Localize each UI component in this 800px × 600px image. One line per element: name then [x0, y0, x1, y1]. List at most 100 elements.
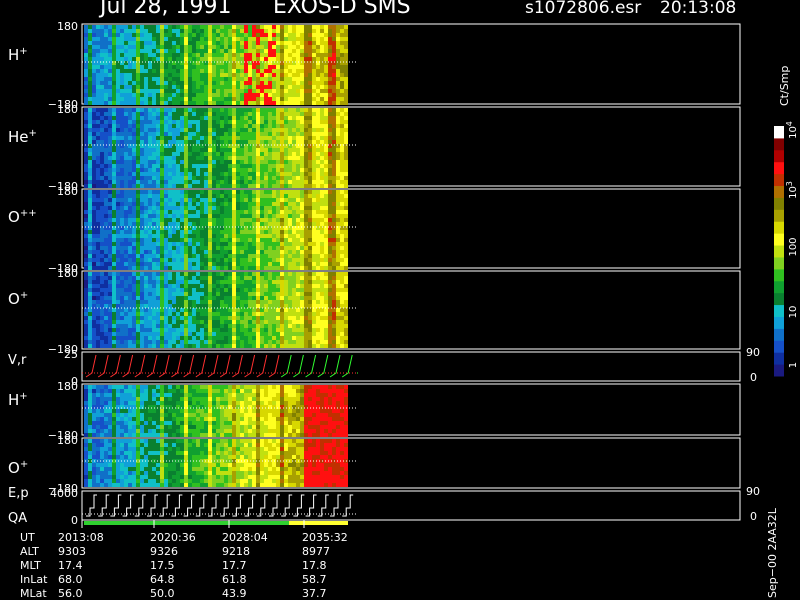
spectrogram-cell: [208, 284, 212, 288]
spectrogram-cell: [88, 292, 92, 296]
spectrogram-cell: [192, 140, 196, 144]
spectrogram-cell: [96, 312, 100, 316]
spectrogram-cell: [228, 210, 232, 214]
spectrogram-cell: [116, 222, 120, 226]
spectrogram-cell: [284, 116, 288, 120]
spectrogram-cell: [180, 308, 184, 312]
spectrogram-cell: [196, 198, 200, 202]
spectrogram-cell: [156, 45, 160, 49]
spectrogram-cell: [208, 184, 212, 188]
spectrogram-cell: [320, 164, 324, 168]
spectrogram-cell: [236, 340, 240, 344]
spectrogram-cell: [236, 332, 240, 336]
spectrogram-cell: [308, 128, 312, 132]
spectrogram-cell: [148, 234, 152, 238]
spectrogram-cell: [204, 210, 208, 214]
spectrogram-cell: [136, 304, 140, 308]
spectrogram-cell: [212, 65, 216, 69]
spectrogram-cell: [128, 312, 132, 316]
spectrogram-cell: [120, 116, 124, 120]
spectrogram-cell: [104, 254, 108, 258]
spectrogram-cell: [200, 73, 204, 77]
spectrogram-cell: [312, 25, 316, 29]
spectrogram-cell: [224, 89, 228, 93]
spectrogram-cell: [152, 89, 156, 93]
spectrogram-cell: [144, 164, 148, 168]
spectrogram-cell: [280, 344, 284, 348]
spectrogram-cell: [264, 120, 268, 124]
spectrogram-cell: [268, 230, 272, 234]
spectrogram-cell: [160, 69, 164, 73]
spectrogram-cell: [116, 124, 120, 128]
spectrogram-cell: [260, 65, 264, 69]
spectrogram-cell: [196, 336, 200, 340]
spectrogram-cell: [184, 89, 188, 93]
spectrogram-cell: [112, 238, 116, 242]
spectrogram-cell: [244, 93, 248, 97]
spectrogram-cell: [316, 168, 320, 172]
spectrogram-cell: [108, 168, 112, 172]
spectrogram-cell: [272, 136, 276, 140]
spectrogram-cell: [332, 218, 336, 222]
spectrogram-cell: [236, 304, 240, 308]
spectrogram-cell: [84, 184, 88, 188]
spectrogram-cell: [284, 292, 288, 296]
spectrogram-cell: [308, 136, 312, 140]
spectrogram-cell: [200, 77, 204, 81]
spectrogram-cell: [96, 168, 100, 172]
spectrogram-cell: [260, 206, 264, 210]
spectrogram-cell: [216, 136, 220, 140]
spectrogram-cell: [92, 266, 96, 270]
spectrogram-cell: [308, 77, 312, 81]
spectrogram-cell: [208, 37, 212, 41]
spectrogram-cell: [152, 254, 156, 258]
spectrogram-cell: [248, 33, 252, 37]
spectrogram-cell: [100, 120, 104, 124]
spectrogram-cell: [272, 206, 276, 210]
spectrogram-cell: [120, 210, 124, 214]
spectrogram-cell: [148, 304, 152, 308]
spectrogram-cell: [116, 202, 120, 206]
spectrogram-cell: [344, 29, 348, 33]
spectrogram-cell: [296, 246, 300, 250]
spectrogram-cell: [136, 308, 140, 312]
spectrogram-cell: [204, 272, 208, 276]
spectrogram-cell: [124, 308, 128, 312]
spectrogram-cell: [192, 308, 196, 312]
spectrogram-cell: [140, 296, 144, 300]
spectrogram-cell: [228, 108, 232, 112]
spectrogram-cell: [168, 176, 172, 180]
spectrogram-cell: [300, 132, 304, 136]
spectrogram-cell: [204, 238, 208, 242]
spectrogram-cell: [92, 328, 96, 332]
spectrogram-cell: [296, 190, 300, 194]
spectrogram-cell: [120, 184, 124, 188]
spectrogram-cell: [128, 116, 132, 120]
spectrogram-cell: [188, 190, 192, 194]
spectrogram-cell: [192, 336, 196, 340]
spectrogram-cell: [236, 180, 240, 184]
spectrogram-cell: [284, 284, 288, 288]
spectrogram-cell: [336, 218, 340, 222]
spectrogram-cell: [220, 234, 224, 238]
spectrogram-cell: [140, 140, 144, 144]
spectrogram-cell: [112, 296, 116, 300]
spectrogram-cell: [120, 69, 124, 73]
spectrogram-cell: [220, 172, 224, 176]
spectrogram-cell: [300, 65, 304, 69]
spectrogram-cell: [96, 97, 100, 101]
spectrogram-cell: [176, 53, 180, 57]
spectrogram-cell: [184, 324, 188, 328]
spectrogram-cell: [268, 184, 272, 188]
spectrogram-cell: [340, 108, 344, 112]
spectrogram-cell: [248, 81, 252, 85]
spectrogram-cell: [116, 184, 120, 188]
spectrogram-cell: [104, 280, 108, 284]
spectrogram-cell: [144, 320, 148, 324]
spectrogram-cell: [164, 25, 168, 29]
spectrogram-cell: [176, 81, 180, 85]
spectrogram-cell: [216, 65, 220, 69]
spectrogram-cell: [108, 218, 112, 222]
spectrogram-cell: [160, 128, 164, 132]
spectrogram-cell: [176, 176, 180, 180]
